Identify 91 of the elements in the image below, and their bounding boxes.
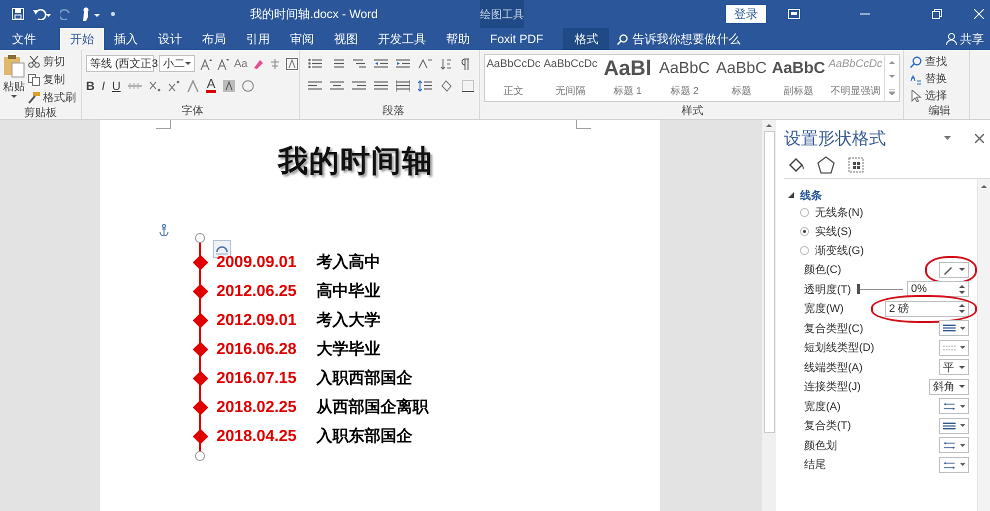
format-button[interactable]: U bbox=[112, 78, 121, 92]
event-date: 2018.04.25 bbox=[216, 428, 298, 446]
style-name: 无间隔 bbox=[556, 85, 586, 98]
property-label: 短划线类型(D) bbox=[804, 341, 874, 356]
clipboard-command[interactable]: 剪切 bbox=[28, 54, 76, 69]
style-item[interactable]: AaBl 标题 1 bbox=[599, 55, 656, 101]
style-name: 标题 1 bbox=[613, 84, 642, 98]
editing-command[interactable]: 替换 bbox=[910, 71, 947, 86]
event-text: 入职西部国企 bbox=[316, 368, 412, 389]
ribbon-tab[interactable]: 插入 bbox=[104, 28, 148, 50]
style-name: 标题 bbox=[732, 84, 752, 98]
style-name: 不明显强调 bbox=[830, 85, 880, 98]
style-item[interactable]: AaBbCcDc 正文 bbox=[485, 55, 542, 101]
paste-button[interactable]: 粘贴 bbox=[3, 54, 25, 105]
share-button[interactable]: 共享 bbox=[946, 28, 984, 50]
ribbon-tab[interactable]: Foxit PDF bbox=[480, 28, 554, 50]
style-item[interactable]: AaBbC 标题 2 bbox=[656, 55, 713, 101]
font-color-button[interactable]: A bbox=[206, 78, 216, 93]
style-item[interactable]: AaBbC 标题 bbox=[713, 55, 770, 101]
style-preview: AaBbC bbox=[772, 59, 826, 79]
event-date: 2016.07.15 bbox=[216, 370, 298, 388]
style-preview: AaBbCcDc bbox=[828, 58, 882, 70]
ribbon-tab[interactable]: 格式 bbox=[563, 28, 610, 50]
style-name: 副标题 bbox=[784, 84, 814, 98]
ribbon-tab[interactable]: 开发工具 bbox=[368, 28, 436, 50]
property-label: 复合类(T) bbox=[804, 419, 852, 434]
radio-option[interactable]: 渐变线(G) bbox=[784, 241, 870, 260]
tell-me-field[interactable]: 告诉我你想要做什么 bbox=[617, 28, 740, 50]
style-preview: AaBbCcDc bbox=[486, 58, 540, 70]
property-label: 连接类型(J) bbox=[804, 380, 861, 394]
property-label: 颜色划 bbox=[804, 438, 837, 453]
window-title: 我的时间轴.docx - Word bbox=[250, 6, 379, 22]
style-item[interactable]: AaBbCcDc 无间隔 bbox=[542, 55, 599, 101]
radio-option[interactable]: 实线(S) bbox=[784, 222, 858, 241]
property-label: 线端类型(A) bbox=[804, 360, 863, 375]
radio-option[interactable]: 无线条(N) bbox=[784, 203, 870, 222]
ribbon-tab[interactable]: 设计 bbox=[148, 28, 192, 50]
group-label: 段落 bbox=[382, 104, 406, 119]
ribbon-tab[interactable]: 视图 bbox=[324, 28, 368, 50]
event-text: 高中毕业 bbox=[316, 281, 380, 302]
change-case-button[interactable]: Aa bbox=[234, 58, 248, 70]
style-preview: AaBl bbox=[604, 58, 652, 80]
style-name: 正文 bbox=[504, 84, 524, 98]
property-label: 宽度(A) bbox=[804, 400, 841, 414]
context-tab-label: 绘图工具 bbox=[480, 0, 524, 28]
clipboard-command[interactable]: 格式刷 bbox=[28, 90, 76, 105]
dropdown[interactable]: 斜角 bbox=[929, 378, 969, 395]
style-item[interactable]: AaBbC 副标题 bbox=[770, 55, 827, 101]
spin-field[interactable]: 0% bbox=[907, 281, 969, 298]
group-label: 字体 bbox=[180, 104, 204, 119]
dropdown[interactable]: 平 bbox=[939, 359, 969, 376]
pane-title: 设置形状格式 bbox=[784, 128, 887, 150]
style-preview: AaBbC bbox=[659, 59, 710, 79]
event-text: 考入大学 bbox=[316, 310, 380, 331]
section-header[interactable]: 线条 bbox=[784, 187, 977, 203]
style-preview: AaBbCcDc bbox=[544, 58, 598, 70]
group-label: 编辑 bbox=[928, 104, 952, 119]
property-label: 宽度(W) bbox=[804, 302, 844, 316]
ribbon-tab[interactable]: 布局 bbox=[192, 28, 236, 50]
format-button[interactable]: I bbox=[102, 78, 106, 92]
property-label: 透明度(T) bbox=[804, 282, 852, 297]
clipboard-command[interactable]: 复制 bbox=[28, 72, 76, 87]
group-label: 样式 bbox=[680, 104, 704, 119]
editing-command[interactable]: 选择 bbox=[910, 88, 947, 103]
format-button[interactable]: B bbox=[86, 78, 95, 92]
ribbon-tab[interactable]: 开始 bbox=[60, 28, 104, 50]
property-label: 复合类型(C) bbox=[804, 322, 864, 336]
event-date: 2018.02.25 bbox=[216, 398, 298, 416]
property-label: 结尾 bbox=[804, 458, 826, 472]
event-text: 大学毕业 bbox=[316, 340, 380, 360]
property-label: 颜色(C) bbox=[804, 262, 842, 278]
event-date: 2009.09.01 bbox=[216, 254, 298, 272]
spin-field[interactable]: 2 磅 bbox=[885, 300, 969, 317]
ribbon-tab[interactable]: 文件 bbox=[2, 28, 46, 50]
style-name: 标题 2 bbox=[670, 84, 699, 98]
event-text: 从西部国企离职 bbox=[316, 397, 428, 418]
ribbon-tab[interactable]: 帮助 bbox=[436, 28, 480, 50]
sign-in-button[interactable]: 登录 bbox=[726, 5, 766, 23]
event-text: 考入高中 bbox=[316, 252, 380, 273]
event-date: 2012.09.01 bbox=[216, 312, 298, 330]
style-item[interactable]: AaBbCcDc 不明显强调 bbox=[827, 55, 884, 101]
ribbon-tab[interactable]: 审阅 bbox=[280, 28, 324, 50]
event-date: 2016.06.28 bbox=[216, 340, 298, 358]
group-label: 剪贴板 bbox=[23, 106, 58, 120]
document-title: 我的时间轴 bbox=[278, 144, 433, 180]
font-size-field[interactable]: 小二 bbox=[159, 55, 195, 72]
event-date: 2012.06.25 bbox=[216, 282, 298, 300]
style-preview: AaBbC bbox=[716, 59, 767, 79]
ribbon-tab[interactable]: 引用 bbox=[236, 28, 280, 50]
event-text: 入职东部国企 bbox=[316, 426, 412, 447]
editing-command[interactable]: 查找 bbox=[910, 54, 947, 69]
